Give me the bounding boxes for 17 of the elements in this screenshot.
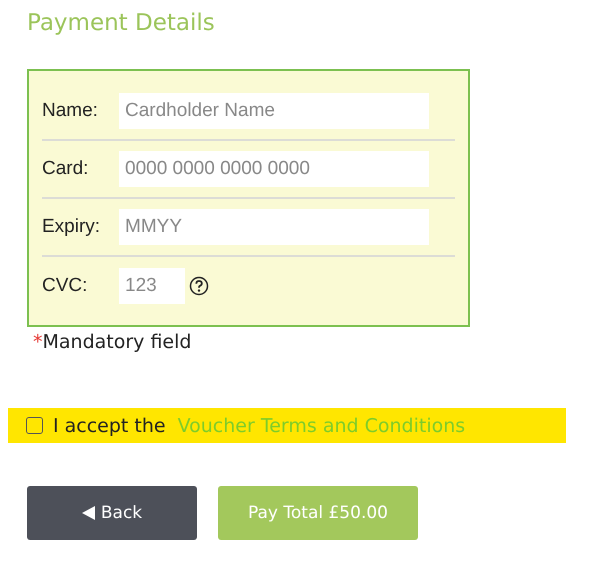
input-field[interactable]: Cardholder Name [119,93,429,129]
mandatory-note: *Mandatory field [33,331,192,353]
page-title: Payment Details [27,10,216,38]
input-field[interactable]: 0000 0000 0000 0000 [119,151,429,187]
terms-text: I accept the [53,414,166,436]
help-icon[interactable] [189,276,209,296]
back-button[interactable]: Back [27,486,197,540]
input-field[interactable]: MMYY [119,209,429,245]
input-field[interactable]: 123 [119,268,185,304]
terms-link[interactable]: Voucher Terms and Conditions [178,414,466,436]
field-label: Name: [42,100,99,122]
pay-button[interactable]: Pay Total £50.00 [218,486,418,540]
terms-checkbox[interactable] [26,417,43,434]
field-label: CVC: [42,275,88,297]
back-arrow-icon [82,506,95,520]
field-label: Card: [42,158,90,180]
field-label: Expiry: [42,216,102,238]
